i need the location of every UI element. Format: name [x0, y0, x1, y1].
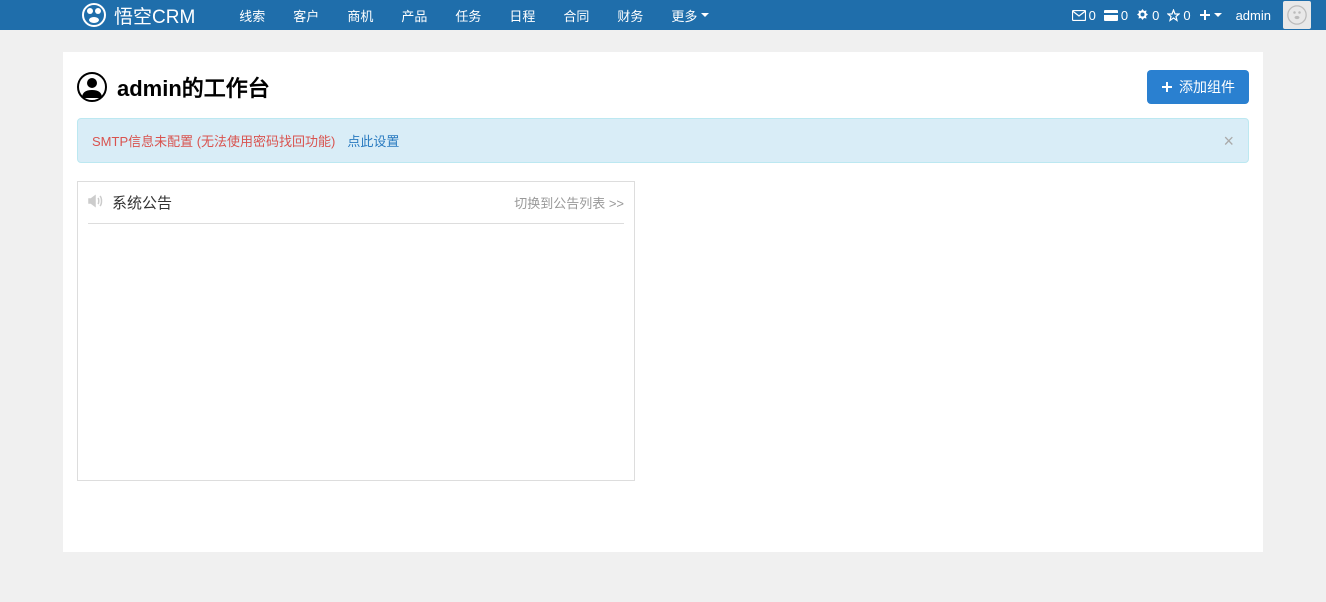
- mail-count-value: 0: [1089, 8, 1096, 23]
- widget-header: 系统公告 切换到公告列表 >>: [88, 192, 624, 224]
- chevron-down-icon: [1214, 13, 1222, 17]
- smtp-alert: SMTP信息未配置 (无法使用密码找回功能) 点此设置 ×: [77, 118, 1249, 163]
- nav-customers[interactable]: 客户: [279, 6, 333, 25]
- logo[interactable]: 悟空CRM: [82, 2, 195, 29]
- star-count[interactable]: 0: [1167, 8, 1190, 23]
- navbar-left: 悟空CRM 线索 客户 商机 产品 任务 日程 合同 财务 更多: [82, 2, 723, 29]
- card-count[interactable]: 0: [1104, 8, 1128, 23]
- nav-tasks[interactable]: 任务: [441, 6, 495, 25]
- page-title-wrap: admin的工作台: [77, 71, 270, 103]
- star-icon: [1167, 9, 1180, 22]
- alert-warning-text: SMTP信息未配置 (无法使用密码找回功能): [92, 131, 335, 150]
- nav-more[interactable]: 更多: [657, 6, 723, 25]
- plus-icon: [1161, 81, 1173, 93]
- page-title: admin的工作台: [117, 71, 270, 103]
- avatar-icon: [1287, 5, 1307, 25]
- gear-count-value: 0: [1152, 8, 1159, 23]
- add-widget-label: 添加组件: [1179, 77, 1235, 97]
- mail-icon: [1072, 10, 1086, 21]
- main-container: admin的工作台 添加组件 SMTP信息未配置 (无法使用密码找回功能) 点此…: [63, 52, 1263, 552]
- nav-opportunities[interactable]: 商机: [333, 6, 387, 25]
- navbar-right: 0 0 0 0 admin: [1072, 1, 1311, 29]
- sound-icon: [88, 193, 104, 212]
- nav-more-label: 更多: [671, 6, 697, 25]
- mail-count[interactable]: 0: [1072, 8, 1096, 23]
- widget-switch-link[interactable]: 切换到公告列表 >>: [514, 193, 624, 212]
- user-circle-icon: [77, 72, 107, 102]
- widget-title-wrap: 系统公告: [88, 192, 172, 213]
- logo-text: 悟空CRM: [114, 2, 195, 29]
- user-name[interactable]: admin: [1236, 8, 1271, 23]
- alert-settings-link[interactable]: 点此设置: [347, 131, 399, 150]
- announcement-widget: 系统公告 切换到公告列表 >>: [77, 181, 635, 481]
- widget-title: 系统公告: [112, 192, 172, 213]
- nav-finance[interactable]: 财务: [603, 6, 657, 25]
- plus-icon: [1199, 9, 1211, 21]
- add-widget-button[interactable]: 添加组件: [1147, 70, 1249, 104]
- chevron-down-icon: [701, 13, 709, 17]
- star-count-value: 0: [1183, 8, 1190, 23]
- nav-leads[interactable]: 线索: [225, 6, 279, 25]
- gear-count[interactable]: 0: [1136, 8, 1159, 23]
- card-icon: [1104, 10, 1118, 21]
- page-header: admin的工作台 添加组件: [77, 66, 1249, 118]
- top-navbar: 悟空CRM 线索 客户 商机 产品 任务 日程 合同 财务 更多 0 0: [0, 0, 1326, 30]
- logo-icon: [82, 3, 106, 27]
- avatar[interactable]: [1283, 1, 1311, 29]
- card-count-value: 0: [1121, 8, 1128, 23]
- nav-schedule[interactable]: 日程: [495, 6, 549, 25]
- add-menu[interactable]: [1199, 9, 1222, 21]
- nav-products[interactable]: 产品: [387, 6, 441, 25]
- gear-icon: [1136, 9, 1149, 22]
- alert-close-button[interactable]: ×: [1223, 132, 1234, 150]
- nav-contracts[interactable]: 合同: [549, 6, 603, 25]
